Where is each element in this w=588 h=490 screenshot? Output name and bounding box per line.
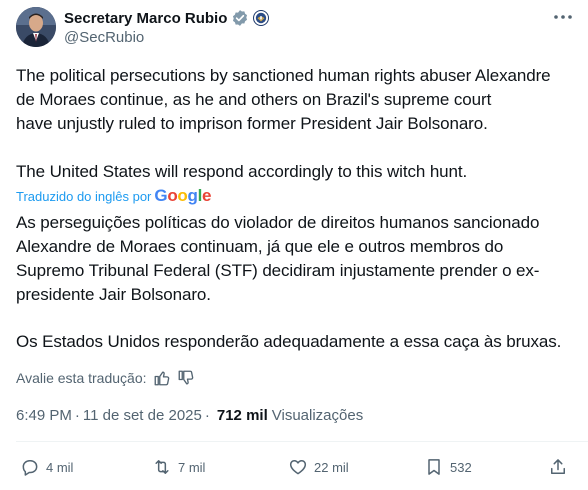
- author-name-row: Secretary Marco Rubio: [64, 8, 270, 28]
- tweet-meta: 6:49 PM · 11 de set de 2025 · 712 mil Vi…: [16, 407, 363, 424]
- tweet-paragraph: The political persecutions by sanctioned…: [16, 66, 551, 133]
- separator-dot: ·: [74, 407, 80, 424]
- tweet-paragraph: The United States will respond according…: [16, 162, 468, 181]
- repost-button[interactable]: 7 mil: [152, 457, 205, 477]
- translation-attribution[interactable]: Traduzido do inglês por Google: [16, 186, 212, 206]
- government-seal-icon: [253, 10, 270, 26]
- views-count[interactable]: 712 mil: [217, 407, 268, 424]
- verified-badge-icon: [231, 9, 249, 27]
- rate-translation-label: Avalie esta tradução:: [16, 370, 147, 386]
- avatar[interactable]: [16, 7, 56, 47]
- heart-icon: [289, 460, 307, 475]
- thumbs-up-icon[interactable]: [153, 369, 171, 387]
- separator-dot: ·: [204, 407, 210, 424]
- google-logo-icon: Google: [154, 186, 212, 205]
- avatar-portrait: [16, 7, 56, 47]
- divider: [16, 441, 588, 442]
- like-count: 22 mil: [314, 459, 349, 475]
- bookmark-button[interactable]: 532: [424, 457, 472, 477]
- views-label: Visualizações: [271, 407, 364, 424]
- tweet-time[interactable]: 6:49 PM: [16, 407, 72, 424]
- rate-translation-row: Avalie esta tradução:: [16, 369, 195, 387]
- more-options-icon[interactable]: [551, 10, 575, 24]
- like-button[interactable]: 22 mil: [288, 457, 349, 477]
- reply-count: 4 mil: [46, 459, 74, 475]
- bookmark-count: 532: [450, 459, 472, 475]
- translation-label: Traduzido do inglês por: [16, 188, 152, 204]
- share-button[interactable]: [548, 457, 568, 477]
- repost-count: 7 mil: [178, 459, 206, 475]
- reply-button[interactable]: 4 mil: [20, 457, 73, 477]
- translated-paragraph: Os Estados Unidos responderão adequadame…: [16, 332, 562, 351]
- share-icon: [551, 459, 565, 474]
- author-name[interactable]: Secretary Marco Rubio: [64, 10, 227, 27]
- translated-paragraph: As perseguições políticas do violador de…: [16, 213, 540, 304]
- bookmark-icon: [428, 459, 440, 475]
- thumbs-down-icon[interactable]: [177, 369, 195, 387]
- reply-icon: [22, 460, 38, 476]
- tweet-date[interactable]: 11 de set de 2025: [83, 407, 202, 424]
- repost-icon: [155, 460, 169, 474]
- author-handle[interactable]: @SecRubio: [64, 29, 144, 46]
